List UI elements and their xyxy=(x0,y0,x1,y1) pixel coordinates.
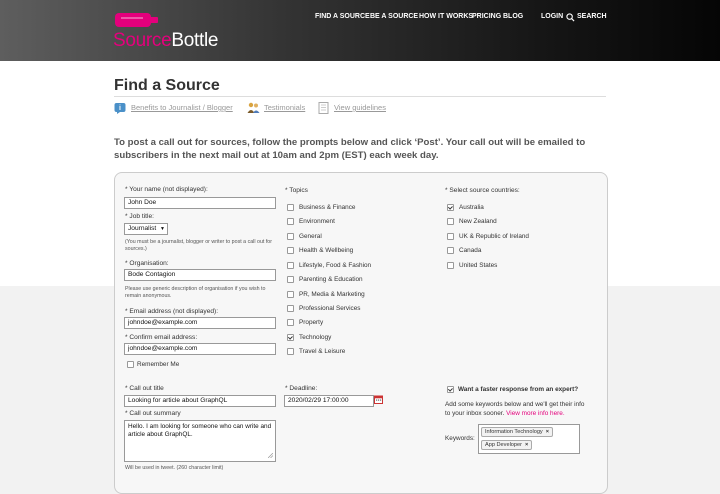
keyword-tag[interactable]: App Developer × xyxy=(481,440,533,450)
callout-title-label: * Call out title xyxy=(125,385,164,392)
name-label: * Your name (not displayed): xyxy=(125,186,208,193)
nav-be-a-source[interactable]: BE A SOURCE xyxy=(370,13,418,20)
nav-find-a-source[interactable]: FIND A SOURCE xyxy=(315,13,370,20)
topic-label-pr-media: PR, Media & Marketing xyxy=(299,291,365,298)
country-checkbox-canada[interactable] xyxy=(447,247,454,254)
topic-label-general: General xyxy=(299,233,322,240)
logo-word-source: Source xyxy=(113,30,172,51)
subnav-benefits-label[interactable]: Benefits to Journalist / Blogger xyxy=(131,103,233,112)
topic-label-lifestyle: Lifestyle, Food & Fashion xyxy=(299,262,372,269)
name-input[interactable]: John Doe xyxy=(124,197,276,209)
keyword-tag[interactable]: Information Technology × xyxy=(481,427,554,437)
remember-me-label: Remember Me xyxy=(137,361,180,368)
expert-label: Want a faster response from an expert? xyxy=(458,386,579,393)
callout-summary-label: * Call out summary xyxy=(125,410,181,417)
remember-me-checkbox[interactable] xyxy=(127,361,134,368)
nav-blog[interactable]: BLOG xyxy=(503,13,523,20)
topic-label-health-wellbeing: Health & Wellbeing xyxy=(299,247,354,254)
country-checkbox-united-states[interactable] xyxy=(447,262,454,269)
subnav-testimonials-label[interactable]: Testimonials xyxy=(264,103,305,112)
intro-text: To post a call out for sources, follow t… xyxy=(114,137,586,161)
countries-label: * Select source countries: xyxy=(445,187,520,194)
country-label-united-states: United States xyxy=(459,262,498,269)
callout-title-input[interactable]: Looking for article about GraphQL xyxy=(124,395,276,407)
subnav-benefits-link[interactable]: Benefits to Journalist / Blogger xyxy=(131,103,233,112)
remove-tag-icon[interactable]: × xyxy=(546,429,549,435)
summary-note: Will be used in tweet. (260 character li… xyxy=(125,465,224,471)
subnav-guidelines-link[interactable]: View guidelines xyxy=(334,103,386,112)
bottle-logo-icon xyxy=(115,13,158,27)
job-title-value: Journalist xyxy=(128,225,157,232)
deadline-label: * Deadline: xyxy=(285,385,318,392)
topic-checkbox-parenting[interactable] xyxy=(287,276,294,283)
keyword-tag-label: Information Technology xyxy=(485,429,543,435)
topic-checkbox-lifestyle[interactable] xyxy=(287,262,294,269)
topic-label-professional: Professional Services xyxy=(299,305,361,312)
topics-label: * Topics xyxy=(285,187,308,194)
organisation-input[interactable]: Bode Contagion xyxy=(124,269,276,281)
country-label-canada: Canada xyxy=(459,247,482,254)
search-icon[interactable] xyxy=(566,13,575,22)
expert-checkbox[interactable] xyxy=(447,386,454,393)
job-title-select[interactable]: Journalist ▼ xyxy=(124,223,168,235)
topic-checkbox-business-finance[interactable] xyxy=(287,204,294,211)
logo-word-bottle: Bottle xyxy=(171,30,219,51)
expert-text-line1: Add some keywords below and we'll get th… xyxy=(445,401,585,408)
email-input[interactable]: johndoe@example.com xyxy=(124,317,276,329)
expert-text-line2-label: to your inbox sooner. xyxy=(445,410,505,417)
keywords-label: Keywords: xyxy=(445,435,475,442)
country-label-new-zealand: New Zealand xyxy=(459,218,497,225)
subnav-testimonials-link[interactable]: Testimonials xyxy=(264,103,305,112)
job-title-label: * Job title: xyxy=(125,213,154,220)
topic-checkbox-property[interactable] xyxy=(287,319,294,326)
email-label: * Email address (not displayed): xyxy=(125,308,219,315)
nav-search[interactable]: SEARCH xyxy=(577,13,607,20)
topic-checkbox-pr-media[interactable] xyxy=(287,291,294,298)
topic-label-property: Property xyxy=(299,319,324,326)
nav-pricing[interactable]: PRICING xyxy=(472,13,501,20)
sourcebottle-logo[interactable]: SourceBottle xyxy=(113,11,223,51)
country-checkbox-new-zealand[interactable] xyxy=(447,218,454,225)
topic-label-parenting: Parenting & Education xyxy=(299,276,363,283)
topic-checkbox-travel[interactable] xyxy=(287,348,294,355)
view-more-info-link[interactable]: View more info here. xyxy=(506,410,565,417)
chevron-down-icon: ▼ xyxy=(160,226,165,232)
country-checkbox-australia[interactable] xyxy=(447,204,454,211)
expert-text-line2: to your inbox sooner. View more info her… xyxy=(445,410,565,417)
callout-summary-textarea[interactable]: Hello. I am looking for someone who can … xyxy=(124,420,276,462)
deadline-input[interactable]: 2020/02/29 17:00:00 xyxy=(284,395,374,407)
topic-checkbox-general[interactable] xyxy=(287,233,294,240)
logo-wordmark: SourceBottle xyxy=(113,30,219,52)
nav-how-it-works[interactable]: HOW IT WORKS xyxy=(419,13,473,20)
keyword-tag-label: App Developer xyxy=(485,442,523,448)
topic-label-environment: Environment xyxy=(299,218,335,225)
page-title: Find a Source xyxy=(114,77,220,94)
calendar-icon[interactable] xyxy=(374,395,383,404)
job-title-note: (You must be a journalist, blogger or wr… xyxy=(125,239,273,252)
country-label-uk-ireland: UK & Republic of Ireland xyxy=(459,233,529,240)
topic-checkbox-technology[interactable] xyxy=(287,334,294,341)
people-icon xyxy=(247,102,260,113)
subnav-guidelines-label[interactable]: View guidelines xyxy=(334,103,386,112)
country-label-australia: Australia xyxy=(459,204,484,211)
organisation-label: * Organisation: xyxy=(125,260,169,267)
topic-label-business-finance: Business & Finance xyxy=(299,204,356,211)
topic-label-technology: Technology xyxy=(299,334,332,341)
confirm-email-label: * Confirm email address: xyxy=(125,334,198,341)
svg-text:i: i xyxy=(119,105,121,112)
topic-checkbox-environment[interactable] xyxy=(287,218,294,225)
document-icon xyxy=(318,102,329,114)
title-divider xyxy=(114,96,606,97)
remove-tag-icon[interactable]: × xyxy=(525,442,528,448)
confirm-email-input[interactable]: johndoe@example.com xyxy=(124,343,276,355)
topic-checkbox-health-wellbeing[interactable] xyxy=(287,247,294,254)
nav-login[interactable]: LOGIN xyxy=(541,13,563,20)
info-icon: i xyxy=(114,103,126,114)
topic-checkbox-professional[interactable] xyxy=(287,305,294,312)
country-checkbox-uk-ireland[interactable] xyxy=(447,233,454,240)
resize-handle-icon[interactable] xyxy=(268,453,273,458)
site-header: SourceBottle FIND A SOURCE BE A SOURCE H… xyxy=(0,0,720,61)
topic-label-travel: Travel & Leisure xyxy=(299,348,346,355)
organisation-note: Please use generic description of organi… xyxy=(125,286,266,299)
